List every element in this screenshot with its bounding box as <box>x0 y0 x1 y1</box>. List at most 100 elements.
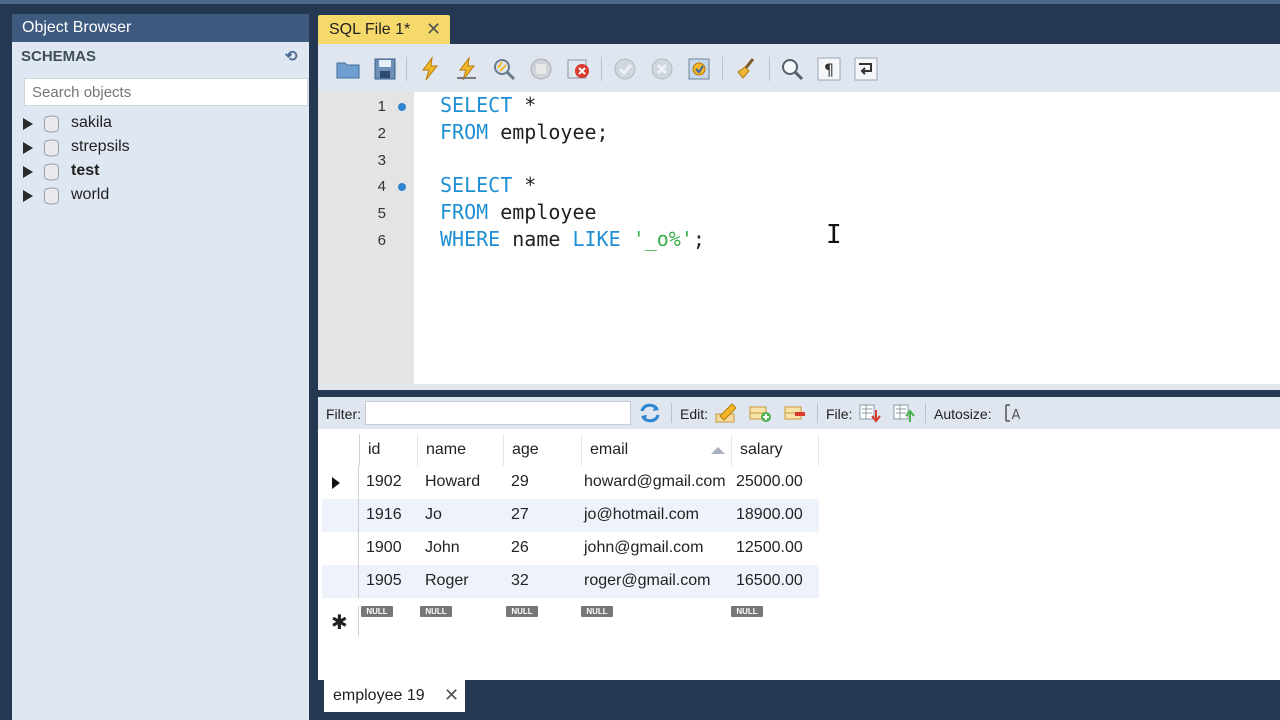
close-tab-icon[interactable]: ✕ <box>426 19 441 40</box>
row-selector[interactable] <box>322 499 359 532</box>
null-badge[interactable]: NULL <box>506 606 538 617</box>
execute-lightning-icon[interactable] <box>417 56 443 82</box>
table-row[interactable]: 1916 Jo 27 jo@hotmail.com 18900.00 <box>322 499 819 532</box>
sql-tab-label: SQL File 1* <box>329 21 411 38</box>
null-badge[interactable]: NULL <box>731 606 763 617</box>
tab-result-employee[interactable]: employee 19 ✕ <box>324 680 465 712</box>
code-text: SELECT * <box>440 173 536 197</box>
keyword: LIKE <box>572 227 621 251</box>
autosize-columns-icon[interactable]: A <box>1002 402 1026 424</box>
cell-name[interactable]: John <box>425 539 460 557</box>
edit-row-pencil-icon[interactable] <box>714 402 738 424</box>
invisible-characters-pilcrow-icon[interactable]: ¶ <box>816 56 842 82</box>
explain-magnifier-icon[interactable] <box>491 56 517 82</box>
execute-current-statement-icon[interactable] <box>454 56 480 82</box>
open-folder-icon[interactable] <box>335 56 361 82</box>
expand-arrow-icon[interactable] <box>23 118 33 130</box>
filter-rows-input[interactable] <box>365 401 631 425</box>
new-row-marker-icon: ✱ <box>331 612 348 634</box>
null-badge[interactable]: NULL <box>420 606 452 617</box>
table-row[interactable]: 1905 Roger 32 roger@gmail.com 16500.00 <box>322 565 819 598</box>
code-fragment: name <box>500 227 573 251</box>
row-selector[interactable] <box>322 466 359 499</box>
code-line: 4 SELECT * <box>318 172 1280 199</box>
edit-label: Edit: <box>680 406 709 422</box>
table-row[interactable]: 1902 Howard 29 howard@gmail.com 25000.00 <box>322 466 819 499</box>
cell-age[interactable]: 32 <box>511 572 529 590</box>
close-tab-icon[interactable]: ✕ <box>444 685 459 706</box>
cell-name[interactable]: Howard <box>425 473 480 491</box>
sql-editor[interactable]: 1 SELECT * 2 FROM employee; 3 4 SELECT *… <box>318 92 1280 384</box>
toolbar-separator <box>817 403 818 423</box>
cell-name[interactable]: Roger <box>425 572 469 590</box>
search-objects-input[interactable] <box>24 78 308 106</box>
cell-name[interactable]: Jo <box>425 506 442 524</box>
cell-id[interactable]: 1916 <box>366 506 402 524</box>
database-icon <box>44 139 59 157</box>
expand-arrow-icon[interactable] <box>23 190 33 202</box>
schema-item[interactable]: test <box>12 160 309 184</box>
row-selector[interactable] <box>322 532 359 565</box>
null-badge[interactable]: NULL <box>581 606 613 617</box>
string-literal: '_o%' <box>632 227 693 251</box>
insert-row-icon[interactable] <box>748 402 772 424</box>
schema-item[interactable]: sakila <box>12 112 309 136</box>
cell-age[interactable]: 27 <box>511 506 529 524</box>
cell-email[interactable]: john@gmail.com <box>584 539 703 557</box>
schema-item[interactable]: world <box>12 184 309 208</box>
code-fragment: * <box>512 173 537 197</box>
null-badge[interactable]: NULL <box>361 606 393 617</box>
cell-id[interactable]: 1905 <box>366 572 402 590</box>
column-header-age[interactable]: age <box>504 434 582 466</box>
cell-id[interactable]: 1900 <box>366 539 402 557</box>
line-number: 5 <box>377 205 386 222</box>
schema-tree: sakila strepsils test world <box>12 112 309 208</box>
keyword: FROM <box>440 200 489 224</box>
database-icon <box>44 187 59 205</box>
cell-age[interactable]: 29 <box>511 473 529 491</box>
table-row[interactable]: 1900 John 26 john@gmail.com 12500.00 <box>322 532 819 565</box>
svg-text:A: A <box>1012 408 1021 423</box>
autocommit-toggle-icon[interactable] <box>686 56 712 82</box>
editor-toolbar: ¶ <box>318 44 1280 92</box>
code-text: FROM employee <box>440 200 597 224</box>
cell-salary[interactable]: 25000.00 <box>736 473 803 491</box>
schema-item[interactable]: strepsils <box>12 136 309 160</box>
row-selector[interactable] <box>322 565 359 598</box>
column-header-name[interactable]: name <box>418 434 504 466</box>
new-row[interactable]: ✱ NULL NULL NULL NULL NULL <box>322 606 819 636</box>
cell-salary[interactable]: 18900.00 <box>736 506 803 524</box>
row-selector[interactable]: ✱ <box>322 606 359 636</box>
code-line: 3 <box>318 146 1280 173</box>
commit-icon[interactable] <box>612 56 638 82</box>
column-header-email[interactable]: email <box>582 434 732 466</box>
expand-arrow-icon[interactable] <box>23 166 33 178</box>
refresh-icon[interactable] <box>638 402 662 424</box>
cell-salary[interactable]: 12500.00 <box>736 539 803 557</box>
delete-row-icon[interactable] <box>783 402 807 424</box>
beautify-broom-icon[interactable] <box>733 56 759 82</box>
cell-email[interactable]: roger@gmail.com <box>584 572 711 590</box>
find-magnifier-icon[interactable] <box>779 56 805 82</box>
column-header-id[interactable]: id <box>360 434 418 466</box>
stop-query-icon[interactable] <box>528 56 554 82</box>
cell-age[interactable]: 26 <box>511 539 529 557</box>
cell-id[interactable]: 1902 <box>366 473 402 491</box>
code-text: FROM employee; <box>440 120 609 144</box>
expand-arrow-icon[interactable] <box>23 142 33 154</box>
cell-email[interactable]: jo@hotmail.com <box>584 506 699 524</box>
schemas-label: SCHEMAS <box>21 48 97 65</box>
refresh-schemas-icon[interactable]: ⟲ <box>283 49 299 65</box>
cell-salary[interactable]: 16500.00 <box>736 572 803 590</box>
column-header-salary[interactable]: salary <box>732 434 819 466</box>
rollback-icon[interactable] <box>649 56 675 82</box>
query-editor-area: SQL File 1* ✕ ¶ 1 SELECT * 2 FROM employ… <box>318 14 1280 390</box>
toggle-stop-on-error-icon[interactable] <box>565 56 591 82</box>
save-icon[interactable] <box>372 56 398 82</box>
cell-email[interactable]: howard@gmail.com <box>584 473 726 491</box>
tab-sql-file[interactable]: SQL File 1* ✕ <box>318 15 450 45</box>
statement-marker-icon <box>398 183 406 191</box>
word-wrap-icon[interactable] <box>853 56 879 82</box>
import-icon[interactable] <box>892 402 916 424</box>
export-icon[interactable] <box>858 402 882 424</box>
